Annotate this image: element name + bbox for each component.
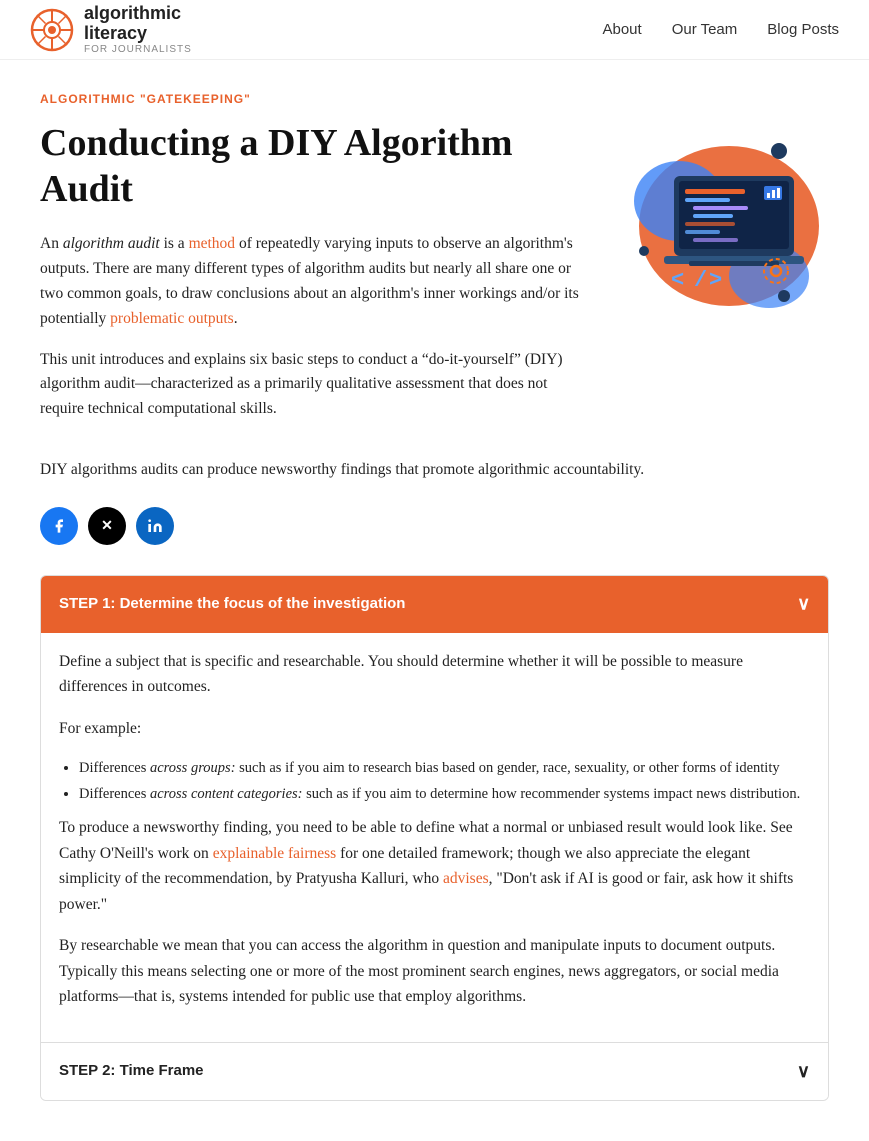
- share-linkedin-button[interactable]: [136, 507, 174, 545]
- link-advises[interactable]: advises: [443, 870, 489, 887]
- linkedin-icon: [147, 518, 163, 534]
- intro-p1: An algorithm audit is a method of repeat…: [40, 232, 589, 331]
- brand-line1: algorithmic: [84, 4, 192, 24]
- step-1-number: STEP 1:: [59, 595, 115, 612]
- main-nav: algorithmic literacy FOR JOURNALISTS Abo…: [0, 0, 869, 60]
- nav-link-blog[interactable]: Blog Posts: [767, 21, 839, 38]
- logo[interactable]: algorithmic literacy FOR JOURNALISTS: [30, 4, 192, 55]
- category-label: ALGORITHMIC "GATEKEEPING": [40, 90, 829, 109]
- step-1-p3: By researchable we mean that you can acc…: [59, 933, 810, 1010]
- hero-section: Conducting a DIY Algorithm Audit An algo…: [40, 121, 829, 438]
- logo-text: algorithmic literacy FOR JOURNALISTS: [84, 4, 192, 55]
- social-buttons: ✕: [40, 507, 829, 545]
- intro-p3: DIY algorithms audits can produce newswo…: [40, 458, 829, 483]
- step-1-item: STEP 1: Determine the focus of the inves…: [41, 576, 828, 1043]
- step-2-item: STEP 2: Time Frame ∨: [41, 1043, 828, 1100]
- svg-text:<: <: [671, 268, 684, 293]
- step-2-number: STEP 2:: [59, 1062, 115, 1079]
- svg-text:/: /: [694, 268, 707, 293]
- link-method[interactable]: method: [189, 235, 236, 252]
- page-title: Conducting a DIY Algorithm Audit: [40, 121, 589, 212]
- intro-p2: This unit introduces and explains six ba…: [40, 348, 589, 422]
- step-1-bullet-2: Differences across content categories: s…: [79, 783, 810, 807]
- italic-algorithm-audit: algorithm audit: [63, 235, 160, 252]
- steps-container: STEP 1: Determine the focus of the inves…: [40, 575, 829, 1101]
- hero-svg: < / >: [609, 111, 829, 331]
- nav-item-team[interactable]: Our Team: [672, 17, 738, 43]
- share-x-button[interactable]: ✕: [88, 507, 126, 545]
- step-1-chevron: ∧: [797, 590, 810, 619]
- brand-line2: literacy: [84, 24, 192, 44]
- step-1-intro: Define a subject that is specific and re…: [59, 649, 810, 700]
- hero-text: Conducting a DIY Algorithm Audit An algo…: [40, 121, 589, 438]
- share-facebook-button[interactable]: [40, 507, 78, 545]
- nav-item-blog[interactable]: Blog Posts: [767, 17, 839, 43]
- nav-links: About Our Team Blog Posts: [602, 17, 839, 43]
- step-1-label: STEP 1: Determine the focus of the inves…: [59, 592, 405, 616]
- nav-item-about[interactable]: About: [602, 17, 641, 43]
- step-1-bullet-1: Differences across groups: such as if yo…: [79, 757, 810, 781]
- link-problematic-outputs[interactable]: problematic outputs: [110, 310, 234, 327]
- logo-icon: [30, 8, 74, 52]
- nav-link-team[interactable]: Our Team: [672, 21, 738, 38]
- link-explainable-fairness[interactable]: explainable fairness: [213, 845, 337, 862]
- step-1-bullets: Differences across groups: such as if yo…: [79, 757, 810, 807]
- step-1-content: Define a subject that is specific and re…: [41, 633, 828, 1042]
- facebook-icon: [51, 518, 67, 534]
- step-2-header[interactable]: STEP 2: Time Frame ∨: [41, 1043, 828, 1100]
- brand-sub: FOR JOURNALISTS: [84, 44, 192, 55]
- x-icon: ✕: [101, 517, 113, 534]
- step-2-chevron: ∨: [797, 1057, 810, 1086]
- step-2-label: STEP 2: Time Frame: [59, 1059, 204, 1083]
- main-content: ALGORITHMIC "GATEKEEPING" Conducting a D…: [0, 60, 869, 1141]
- nav-link-about[interactable]: About: [602, 21, 641, 38]
- hero-illustration: < / >: [609, 111, 829, 331]
- svg-text:>: >: [709, 268, 722, 293]
- step-1-for-example: For example:: [59, 716, 810, 742]
- step-1-header[interactable]: STEP 1: Determine the focus of the inves…: [41, 576, 828, 633]
- italic-across-content: across content categories:: [150, 786, 302, 802]
- italic-across-groups: across groups:: [150, 760, 236, 776]
- step-1-p2: To produce a newsworthy finding, you nee…: [59, 815, 810, 917]
